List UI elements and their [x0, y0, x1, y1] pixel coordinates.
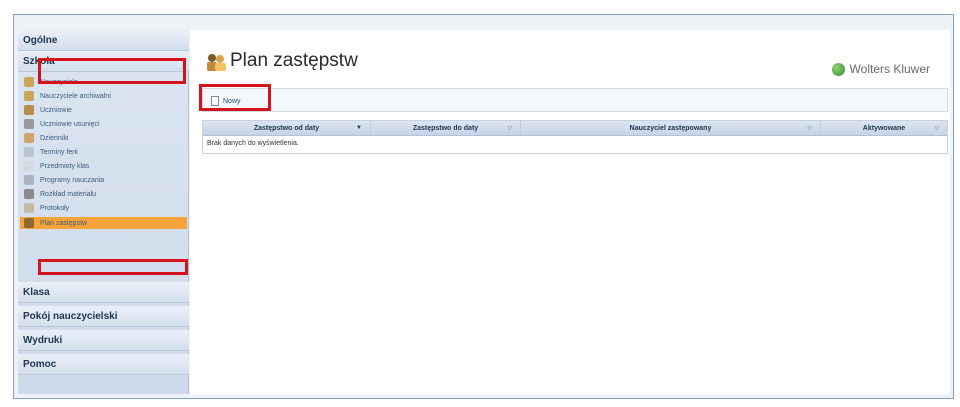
brand: Wolters Kluwer	[831, 62, 930, 76]
teachers-icon	[24, 77, 34, 87]
sidebar-section-ogolne[interactable]: Ogólne	[18, 30, 189, 51]
subjects-icon	[24, 161, 34, 171]
sidebar-item-label: Dzienniki	[40, 134, 69, 142]
material-icon	[24, 189, 34, 199]
sidebar-item-nauczyciele-archiwalni[interactable]: Nauczyciele archiwalni	[24, 90, 184, 102]
column-label: Zastępstwo do daty	[412, 124, 479, 132]
page-title: Plan zastępstw	[230, 50, 358, 71]
sidebar-item-programy-nauczania[interactable]: Programy nauczania	[24, 174, 184, 186]
column-header-od-daty[interactable]: Zastępstwo od daty ▼	[203, 121, 371, 135]
grid-header: Zastępstwo od daty ▼ Zastępstwo do daty ▽ …	[203, 121, 947, 136]
section-label: Ogólne	[23, 35, 58, 46]
archived-teachers-icon	[24, 91, 34, 101]
column-label: Nauczyciel zastępowany	[629, 124, 712, 132]
sidebar-item-label: Protokoły	[40, 204, 70, 212]
section-label: Pokój nauczycielski	[23, 311, 118, 322]
sidebar-section-wydruki[interactable]: Wydruki	[18, 330, 189, 351]
substitution-plan-icon	[24, 218, 34, 228]
highlight-box-new-button	[199, 84, 271, 111]
sort-icon[interactable]: ▽	[507, 125, 512, 132]
programs-icon	[24, 175, 34, 185]
sidebar-item-label: Rozkład materiału	[40, 190, 97, 198]
column-header-nauczyciel[interactable]: Nauczyciel zastępowany ▽	[521, 121, 821, 135]
sidebar-item-label: Terminy ferii	[40, 148, 78, 156]
sidebar-item-rozklad-materialu[interactable]: Rozkład materiału	[24, 188, 184, 200]
sidebar-item-label: Plan zastępstw	[40, 219, 88, 227]
sidebar-item-label: Uczniowie usunięci	[40, 120, 100, 128]
sort-icon[interactable]: ▽	[807, 125, 812, 132]
sidebar-item-label: Nauczyciele archiwalni	[40, 92, 111, 100]
sidebar-item-label: Programy nauczania	[40, 176, 105, 184]
protocols-icon	[24, 203, 34, 213]
column-label: Zastępstwo od daty	[253, 124, 320, 132]
column-header-aktywowane[interactable]: Aktywowane ▽	[821, 121, 947, 135]
highlight-box-plan-zastepstw	[38, 259, 188, 275]
sidebar-item-terminy-ferii[interactable]: Terminy ferii	[24, 146, 184, 158]
toolbar: Nowy	[202, 88, 948, 112]
empty-grid-message: Brak danych do wyświetlenia.	[207, 140, 299, 147]
sidebar-item-label: Uczniowie	[40, 106, 72, 114]
sidebar-item-label: Przedmioty klas	[40, 162, 90, 170]
sidebar-section-pokoj-nauczycielski[interactable]: Pokój nauczycielski	[18, 306, 189, 327]
section-label: Wydruki	[23, 335, 63, 346]
column-label: Aktywowane	[862, 124, 906, 132]
sidebar-item-uczniowie-usunieci[interactable]: Uczniowie usunięci	[24, 118, 184, 130]
journals-icon	[24, 133, 34, 143]
column-header-do-daty[interactable]: Zastępstwo do daty ▽	[371, 121, 521, 135]
sidebar-item-przedmioty-klas[interactable]: Przedmioty klas	[24, 160, 184, 172]
section-label: Klasa	[23, 287, 50, 298]
sidebar-item-protokoly[interactable]: Protokoły	[24, 202, 184, 214]
main-panel: Plan zastępstw Wolters Kluwer Nowy Zastę…	[190, 30, 950, 394]
removed-students-icon	[24, 119, 34, 129]
sidebar-section-pomoc[interactable]: Pomoc	[18, 354, 189, 375]
sort-icon[interactable]: ▽	[934, 125, 939, 132]
sidebar-section-klasa[interactable]: Klasa	[18, 282, 189, 303]
students-icon	[24, 105, 34, 115]
calendar-icon	[24, 147, 34, 157]
substitution-plan-icon	[207, 54, 226, 71]
section-label: Pomoc	[23, 359, 57, 370]
wolters-kluwer-logo-icon	[831, 62, 845, 76]
brand-label: Wolters Kluwer	[849, 62, 930, 76]
substitutions-grid: Zastępstwo od daty ▼ Zastępstwo do daty ▽ …	[202, 120, 948, 154]
sidebar-item-plan-zastepstw[interactable]: Plan zastępstw	[20, 217, 187, 229]
sidebar-item-uczniowie[interactable]: Uczniowie	[24, 104, 184, 116]
sidebar: Ogólne Szkoła Nauczyciele Nauczyciele ar…	[18, 30, 189, 394]
sidebar-item-dzienniki[interactable]: Dzienniki	[24, 132, 184, 144]
highlight-box-szkola	[38, 58, 186, 84]
sort-desc-icon[interactable]: ▼	[356, 125, 362, 131]
